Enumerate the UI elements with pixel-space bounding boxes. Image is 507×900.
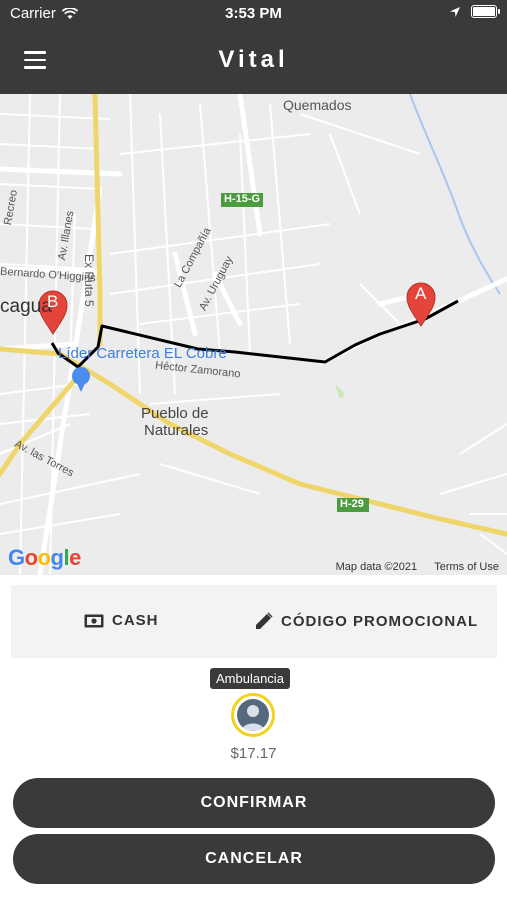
route-map[interactable]: Quemados H-15-G Recreo Av. Illanes Berna…: [0, 94, 507, 575]
location-arrow-icon: [450, 6, 460, 17]
vehicle-price: $17.17: [230, 745, 277, 762]
cash-icon: [84, 614, 104, 627]
google-logo: Google: [8, 545, 81, 570]
vehicle-avatar-icon: [237, 699, 269, 731]
vehicle-option-ambulancia[interactable]: [231, 693, 275, 737]
map-attribution: Map data ©2021 Terms of Use: [322, 561, 499, 573]
marker-b-label[interactable]: B: [47, 292, 58, 312]
map-label-pueblo2: Naturales: [144, 422, 209, 439]
map-label-lider: Líder Carretera EL Cobre: [58, 345, 227, 362]
payment-method-label: CASH: [112, 612, 159, 629]
battery-icon: [471, 5, 500, 18]
status-time: 3:53 PM: [225, 5, 282, 22]
map-label-h29: H-29: [340, 498, 364, 510]
status-bar: Carrier 3:53 PM: [0, 0, 507, 28]
vehicle-name-tooltip: Ambulancia: [210, 668, 290, 689]
app-title: Vital: [218, 46, 289, 73]
pencil-icon: [256, 612, 273, 629]
map-data-label: Map data ©2021: [335, 561, 418, 573]
map-label-cagua: cagua: [0, 296, 52, 317]
cancel-button[interactable]: CANCELAR: [13, 834, 495, 884]
map-canvas: [0, 94, 507, 575]
confirm-button[interactable]: CONFIRMAR: [13, 778, 495, 828]
status-right: [449, 5, 500, 18]
promo-code-label: CÓDIGO PROMOCIONAL: [281, 612, 479, 630]
map-label-quemados: Quemados: [283, 97, 352, 113]
map-label-pueblo1: Pueblo de: [141, 405, 209, 422]
payment-method-button[interactable]: CASH: [84, 612, 159, 629]
map-label-ex-ruta: Ex Ruta 5: [82, 254, 96, 307]
marker-a-label[interactable]: A: [415, 284, 426, 304]
map-label-h15g: H-15-G: [224, 193, 261, 205]
terms-of-use-link[interactable]: Terms of Use: [434, 561, 499, 573]
promo-code-button[interactable]: CÓDIGO PROMOCIONAL: [255, 612, 478, 630]
top-app-bar: Vital: [0, 28, 507, 94]
trip-options-bar: CASH CÓDIGO PROMOCIONAL: [11, 585, 497, 658]
